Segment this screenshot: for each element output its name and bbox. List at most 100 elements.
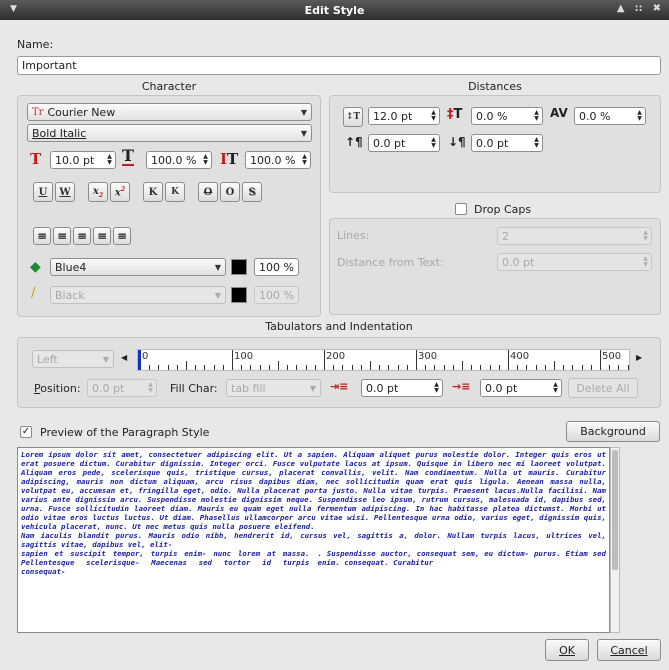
fill-shade-spinbox[interactable]: 100 %: [254, 258, 299, 276]
ruler-tick: [324, 350, 325, 370]
ruler-tick: [443, 365, 445, 370]
line-spacing-value: 12.0 pt: [373, 109, 413, 123]
tracking-spinbox[interactable]: 0.0 % ▲ ▼: [574, 107, 646, 125]
font-size-value: 10.0 pt: [55, 153, 95, 167]
tracking-icon: AV: [550, 106, 568, 120]
distances-group-title: Distances: [468, 80, 522, 93]
drop-caps-checkbox[interactable]: [455, 203, 467, 215]
space-below-spinbox[interactable]: 0.0 pt ▲ ▼: [471, 134, 543, 152]
ruler-tick: [204, 365, 206, 370]
ruler-tick: [278, 361, 279, 370]
ruler-tick: [287, 365, 289, 370]
tabulators-group-title: Tabulators and Indentation: [265, 320, 413, 333]
ruler-tick: [241, 365, 243, 370]
ruler-tick: [489, 365, 491, 370]
first-indent-value: 0.0 pt: [366, 381, 399, 395]
ruler-tick: [425, 365, 427, 370]
align-right-icon: ≡: [76, 229, 88, 243]
strikethrough-icon: O: [203, 186, 213, 198]
left-indent-value: 0.0 pt: [485, 381, 518, 395]
ok-button[interactable]: OK: [545, 639, 589, 661]
font-family-select[interactable]: Tr Courier New ▼: [27, 103, 312, 121]
first-line-indent-spinbox[interactable]: 0.0 pt ▲ ▼: [361, 379, 443, 397]
distance-from-text-spinbox[interactable]: 0.0 pt ▲ ▼: [497, 253, 652, 271]
chevron-down-icon: ▼: [309, 383, 316, 393]
height-scale-spinbox[interactable]: 100.0 % ▲ ▼: [245, 151, 311, 169]
spin-arrows-icon: ▲ ▼: [431, 109, 436, 122]
width-scale-value: 100.0 %: [151, 153, 197, 167]
underline-button[interactable]: U: [33, 182, 53, 202]
tab-ruler[interactable]: 0 100 200 300 400 500: [137, 349, 630, 371]
name-label: Name:: [17, 38, 54, 51]
subscript-button[interactable]: x2: [88, 182, 108, 202]
cancel-label: Cancel: [610, 643, 648, 657]
shadow-button[interactable]: S: [242, 182, 262, 202]
preview-checkbox[interactable]: ✓: [20, 426, 32, 438]
stroke-color-select[interactable]: Black ▼: [50, 286, 226, 304]
ruler-tick: [554, 361, 555, 370]
background-button[interactable]: Background: [566, 421, 660, 442]
strikethrough-button[interactable]: O: [198, 182, 218, 202]
ruler-label: 500: [602, 351, 622, 362]
tab-position-spinbox[interactable]: 0.0 pt ▲ ▼: [87, 379, 157, 397]
preview-columns: sapien et suscipit tempor, turpis enim- …: [21, 549, 606, 576]
baseline-offset-value: 0.0 %: [476, 109, 508, 123]
align-left-button[interactable]: ≡: [33, 227, 51, 245]
left-indent-spinbox[interactable]: 0.0 pt ▲ ▼: [480, 379, 562, 397]
delete-all-tabs-button[interactable]: Delete All: [568, 378, 638, 398]
ruler-scroll-right-icon[interactable]: ▶: [636, 353, 642, 362]
ruler-tick: [618, 365, 620, 370]
ruler-scroll-left-icon[interactable]: ◀: [121, 353, 127, 362]
indent-marker[interactable]: [138, 350, 141, 370]
ruler-tick: [232, 350, 233, 370]
fill-color-select[interactable]: Blue4 ▼: [50, 258, 226, 276]
tabulators-group: [17, 337, 661, 408]
position-label: Position:: [34, 382, 81, 395]
fill-char-select[interactable]: tab fill ▼: [226, 379, 321, 397]
outline-button[interactable]: O: [220, 182, 240, 202]
baseline-offset-spinbox[interactable]: 0.0 % ▲ ▼: [471, 107, 543, 125]
width-scale-spinbox[interactable]: 100.0 % ▲ ▼: [146, 151, 212, 169]
small-caps-button[interactable]: K: [165, 182, 185, 202]
line-spacing-icon: ↕T: [345, 112, 361, 122]
space-above-spinbox[interactable]: 0.0 pt ▲ ▼: [368, 134, 440, 152]
align-left-icon: ≡: [36, 229, 48, 243]
stroke-color-swatch: [231, 287, 247, 303]
font-size-spinbox[interactable]: 10.0 pt ▲ ▼: [50, 151, 116, 169]
preview-scrollbar[interactable]: [610, 447, 620, 633]
ruler-tick: [434, 365, 436, 370]
ruler-label: 300: [418, 351, 438, 362]
preview-paragraph-1: Lorem ipsum dolor sit amet, consectetuer…: [21, 450, 606, 531]
preview-paragraph-2: Nam iaculis blandit purus. Mauris odio n…: [21, 531, 606, 549]
window-menu-icon[interactable]: ▼: [10, 4, 17, 14]
close-icon[interactable]: ✖: [653, 3, 661, 14]
shade-icon[interactable]: ::: [635, 3, 643, 14]
drop-caps-lines-spinbox[interactable]: 2 ▲ ▼: [497, 227, 652, 245]
scrollbar-thumb[interactable]: [612, 450, 618, 570]
all-caps-button[interactable]: K: [143, 182, 163, 202]
ruler-tick: [213, 365, 215, 370]
align-center-button[interactable]: ≡: [53, 227, 71, 245]
spin-arrows-icon: ▲ ▼: [302, 153, 307, 166]
align-forced-button[interactable]: ≡: [113, 227, 131, 245]
ruler-tick: [471, 365, 473, 370]
underline-words-button[interactable]: W: [55, 182, 75, 202]
ruler-tick: [609, 365, 611, 370]
cancel-button[interactable]: Cancel: [597, 639, 661, 661]
first-line-indent-icon: ⇥≡: [330, 380, 349, 393]
maximize-icon[interactable]: ▲: [617, 3, 625, 14]
font-style-select[interactable]: Bold Italic ▼: [27, 124, 312, 142]
tab-alignment-select[interactable]: Left ▼: [32, 350, 114, 368]
name-field[interactable]: Important: [17, 56, 661, 75]
superscript-button[interactable]: x2: [110, 182, 130, 202]
spin-arrows-icon: ▲ ▼: [643, 229, 648, 242]
line-spacing-spinbox[interactable]: 12.0 pt ▲ ▼: [368, 107, 440, 125]
line-spacing-mode-button[interactable]: ↕T: [343, 107, 363, 127]
fill-char-value: tab fill: [231, 381, 266, 395]
small-caps-icon: K: [171, 187, 179, 197]
spin-arrows-icon: ▲ ▼: [434, 381, 439, 394]
stroke-shade-spinbox[interactable]: 100 %: [254, 286, 299, 304]
fill-shade-value: 100 %: [259, 260, 294, 274]
align-justify-button[interactable]: ≡: [93, 227, 111, 245]
align-right-button[interactable]: ≡: [73, 227, 91, 245]
